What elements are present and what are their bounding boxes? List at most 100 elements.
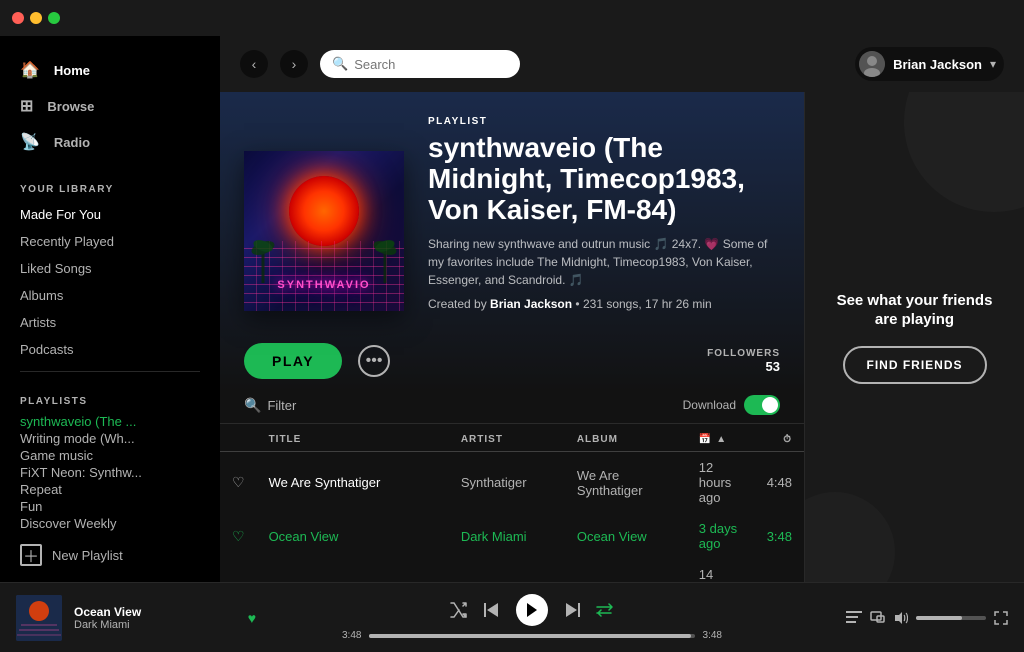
heart-icon[interactable]: ♡ [232,474,245,490]
sidebar-item-recently-played[interactable]: Recently Played [0,228,220,255]
cover-sun-art [289,176,359,246]
playlists-section-title: PLAYLISTS [0,380,220,413]
now-playing-heart-icon[interactable]: ♥ [248,610,256,626]
track-title-cell: The Outlands, Pt. 2 [257,559,449,582]
sidebar-nav: 🏠 Home ⊞ Browse 📡 Radio [0,36,220,168]
playlist-author[interactable]: Brian Jackson [490,297,572,311]
sidebar-playlist-writing-mode[interactable]: Writing mode (Wh... [0,430,220,447]
bottom-player: Ocean View Dark Miami ♥ [0,582,1024,652]
previous-button[interactable] [484,602,500,618]
sidebar-playlist-repeat[interactable]: Repeat [0,481,220,498]
download-toggle[interactable] [744,395,780,415]
track-date-cell: 12 hours ago [687,452,755,514]
back-button[interactable]: ‹ [240,50,268,78]
table-row[interactable]: ♡ The Outlands, Pt. 2 The Abyss Alpha Lo… [220,559,804,582]
progress-fill [369,634,691,638]
track-table: TITLE ARTIST ALBUM 📅 ▲ ⏱ [220,428,804,582]
sidebar-item-browse[interactable]: ⊞ Browse [0,88,220,124]
sidebar-item-podcasts[interactable]: Podcasts [0,336,220,363]
progress-bar[interactable] [369,634,694,638]
close-button[interactable] [12,12,24,24]
sidebar-item-radio[interactable]: 📡 Radio [0,124,220,160]
progress-area: 3:48 3:48 [342,630,722,641]
sidebar-playlist-discover-weekly[interactable]: Discover Weekly [0,515,220,532]
app-body: 🏠 Home ⊞ Browse 📡 Radio YOUR LIBRARY Mad… [0,36,1024,582]
col-artist: ARTIST [449,428,565,452]
new-playlist-button[interactable]: ＋ New Playlist [0,536,220,574]
download-area: Download [683,395,780,415]
calendar-icon: 📅 [699,434,712,445]
track-duration-cell: 4:48 [755,452,804,514]
heart-icon[interactable]: ♡ [232,581,245,582]
table-row[interactable]: ♡ We Are Synthatiger Synthatiger We Are … [220,452,804,514]
volume-bar[interactable] [916,616,986,620]
toggle-thumb [762,397,778,413]
time-total: 3:48 [703,630,722,641]
filter-placeholder: Filter [267,398,296,413]
next-button[interactable] [564,602,580,618]
track-album-cell: Alpha Lobo [565,559,687,582]
heart-icon[interactable]: ♡ [232,528,245,544]
playlist-info: PLAYLIST synthwaveio (The Midnight, Time… [428,116,780,311]
fullscreen-button[interactable] [994,611,1008,625]
search-icon: 🔍 [332,56,348,72]
deco-circle-1 [904,92,1024,212]
track-artist-cell: Dark Miami [449,513,565,559]
search-box[interactable]: 🔍 [320,50,520,78]
table-row[interactable]: ♡ Ocean View Dark Miami Ocean View 3 day… [220,513,804,559]
top-bar: ‹ › 🔍 Brian Jackson ▾ [220,36,1024,92]
content-area: ‹ › 🔍 Brian Jackson ▾ [220,36,1024,582]
download-label: Download [683,398,736,412]
queue-button[interactable] [846,611,862,625]
sidebar-playlist-fun[interactable]: Fun [0,498,220,515]
sidebar-item-liked-songs[interactable]: Liked Songs [0,255,220,282]
repeat-button[interactable] [596,603,614,617]
track-list-controls: 🔍 Filter Download [220,395,804,424]
now-playing-info: Ocean View Dark Miami [74,605,230,631]
volume-button[interactable] [894,611,908,625]
playlist-meta: Created by Brian Jackson • 231 songs, 17… [428,297,780,311]
sidebar-item-artists[interactable]: Artists [0,309,220,336]
track-artist-cell: Synthatiger [449,452,565,514]
playlist-cover: SYNTHWAVIO [244,151,404,311]
user-menu[interactable]: Brian Jackson ▾ [855,47,1004,81]
plus-icon: ＋ [20,544,42,566]
track-duration-cell: 3:48 [755,513,804,559]
minimize-button[interactable] [30,12,42,24]
sidebar: 🏠 Home ⊞ Browse 📡 Radio YOUR LIBRARY Mad… [0,36,220,582]
sidebar-playlist-game-music[interactable]: Game music [0,447,220,464]
title-bar [0,0,1024,36]
track-heart-cell: ♡ [220,452,257,514]
user-name: Brian Jackson [893,57,982,72]
playlist-title: synthwaveio (The Midnight, Timecop1983, … [428,133,780,225]
filter-box[interactable]: 🔍 Filter [244,397,296,414]
play-pause-button[interactable] [516,594,548,626]
search-input[interactable] [354,57,508,72]
play-button[interactable]: PLAY [244,343,342,379]
track-date-cell: 14 days ago [687,559,755,582]
shuffle-button[interactable] [450,602,468,618]
main-content: SYNTHWAVIO [220,92,1024,582]
player-controls: 3:48 3:48 [256,594,808,641]
filter-icon: 🔍 [244,397,261,414]
more-options-button[interactable]: ••• [358,345,390,377]
col-heart [220,428,257,452]
find-friends-button[interactable]: FIND FRIENDS [843,346,987,384]
sidebar-playlist-synthwaveio[interactable]: synthwaveio (The ... [0,413,220,430]
sidebar-playlist-fixt-neon[interactable]: FiXT Neon: Synthw... [0,464,220,481]
track-duration-cell: 6:02 [755,559,804,582]
deco-circle-2 [804,492,895,582]
followers-box: FOLLOWERS 53 [707,348,780,374]
chevron-down-icon: ▾ [990,57,996,71]
sidebar-item-albums[interactable]: Albums [0,282,220,309]
browse-icon: ⊞ [20,96,33,116]
sidebar-item-home[interactable]: 🏠 Home [0,52,220,88]
devices-button[interactable] [870,611,886,625]
col-album: ALBUM [565,428,687,452]
volume-fill [916,616,962,620]
col-date: 📅 ▲ [687,428,755,452]
maximize-button[interactable] [48,12,60,24]
playlist-view: SYNTHWAVIO [220,92,804,582]
forward-button[interactable]: › [280,50,308,78]
sidebar-item-made-for-you[interactable]: Made For You [0,201,220,228]
